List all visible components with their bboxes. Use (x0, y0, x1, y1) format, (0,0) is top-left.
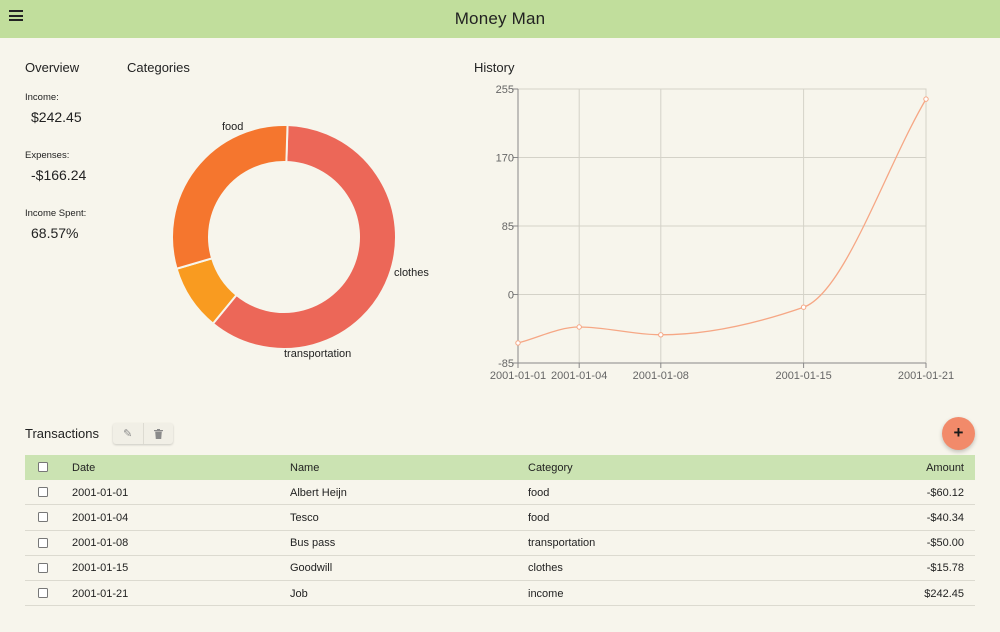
add-transaction-button[interactable]: + (942, 417, 975, 450)
trash-icon[interactable] (142, 423, 174, 444)
history-point[interactable] (576, 324, 582, 330)
row-category: income (528, 587, 564, 600)
income-spent-label: Income Spent: (25, 208, 87, 219)
row-category: food (528, 486, 550, 499)
row-amount: -$50.00 (926, 537, 964, 550)
history-point[interactable] (923, 96, 929, 102)
row-category: food (528, 511, 550, 524)
app-title: Money Man (454, 9, 546, 28)
row-checkbox[interactable] (38, 588, 48, 599)
table-row[interactable]: 2001-01-04 Tesco food -$40.34 (25, 505, 975, 531)
income-spent-value: 68.57% (31, 225, 79, 241)
transaction-toolbar: ✎ (113, 423, 173, 444)
x-tick-label: 2001-01-21 (898, 370, 954, 382)
row-checkbox[interactable] (38, 487, 48, 497)
row-name: Tesco (290, 511, 319, 524)
row-amount: $242.45 (924, 587, 964, 600)
row-amount: -$40.34 (926, 511, 964, 524)
x-tick-label: 2001-01-15 (775, 370, 831, 382)
row-date: 2001-01-08 (72, 537, 129, 550)
row-amount: -$60.12 (926, 486, 964, 499)
donut-slice-transportation[interactable] (171, 124, 289, 271)
select-all-checkbox[interactable] (38, 462, 48, 472)
pencil-icon[interactable]: ✎ (113, 423, 143, 444)
history-point[interactable] (658, 332, 664, 338)
y-tick-label: 170 (496, 153, 514, 165)
history-point[interactable] (800, 304, 807, 310)
y-tick-label: 255 (496, 84, 514, 96)
row-checkbox[interactable] (38, 562, 48, 573)
row-category: transportation (528, 537, 596, 550)
column-header-amount[interactable]: Amount (926, 462, 964, 474)
transactions-title: Transactions (25, 426, 99, 441)
x-tick-label: 2001-01-08 (633, 370, 689, 382)
row-checkbox[interactable] (38, 512, 48, 523)
categories-title: Categories (127, 60, 190, 75)
history-point[interactable] (515, 340, 521, 346)
app-header: Money Man (0, 0, 1000, 38)
donut-label-clothes: clothes (394, 267, 429, 279)
income-value: $242.45 (31, 109, 82, 125)
y-tick-label: 85 (502, 221, 514, 233)
row-amount: -$15.78 (926, 562, 964, 575)
expenses-value: -$166.24 (31, 167, 87, 183)
column-header-category[interactable]: Category (528, 462, 573, 474)
x-tick-label: 2001-01-04 (551, 370, 607, 382)
overview-title: Overview (25, 60, 80, 75)
y-tick-label: -85 (498, 358, 514, 370)
row-category: clothes (528, 562, 563, 575)
row-name: Bus pass (290, 537, 336, 550)
row-name: Job (290, 587, 308, 600)
history-line-chart: -85 0 85 170 255 2001-01-01 2001-01-04 2001-01-… (490, 84, 954, 382)
history-title: History (474, 60, 515, 75)
row-checkbox[interactable] (38, 537, 48, 548)
column-header-date[interactable]: Date (72, 462, 95, 474)
row-name: Goodwill (290, 562, 333, 575)
row-date: 2001-01-04 (72, 511, 129, 524)
categories-donut-chart: food clothes transportation (171, 121, 429, 360)
table-row[interactable]: 2001-01-08 Bus pass transportation -$50.… (25, 531, 975, 556)
table-header-row: Date Name Category Amount (25, 455, 975, 480)
expenses-label: Expenses: (25, 150, 70, 161)
transactions-table: Date Name Category Amount 2001-01-01 Alb… (25, 455, 975, 607)
y-tick-label: 0 (508, 290, 514, 302)
row-date: 2001-01-21 (72, 587, 129, 600)
column-header-name[interactable]: Name (290, 462, 319, 474)
row-name: Albert Heijn (290, 486, 347, 499)
row-date: 2001-01-01 (72, 486, 129, 499)
table-row[interactable]: 2001-01-21 Job income $242.45 (25, 581, 975, 607)
donut-label-transportation: transportation (284, 348, 351, 360)
table-row[interactable]: 2001-01-01 Albert Heijn food -$60.12 (25, 480, 975, 506)
row-date: 2001-01-15 (72, 562, 129, 575)
income-label: Income: (25, 92, 59, 103)
table-row[interactable]: 2001-01-15 Goodwill clothes -$15.78 (25, 556, 975, 582)
donut-label-food: food (222, 121, 243, 133)
x-tick-label: 2001-01-01 (490, 370, 546, 382)
